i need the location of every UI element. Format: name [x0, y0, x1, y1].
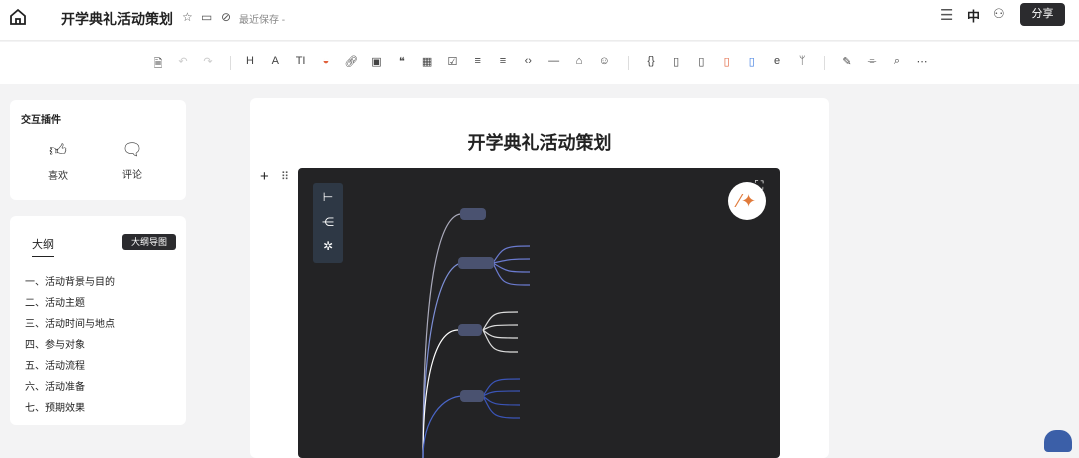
comment-label: 评论 [122, 170, 142, 181]
fullscreen-icon[interactable]: ⛶ [755, 178, 763, 193]
drag-handle-icon[interactable]: ⠿ [281, 170, 289, 183]
mindmap-block[interactable]: ⊢ ⋲ ✲ ⁄✦ ⛶ [298, 168, 780, 458]
unordered-list-icon[interactable]: ≡ [495, 55, 511, 67]
text-style-icon[interactable]: A [267, 55, 283, 67]
save-status: 最近保存 - [239, 15, 286, 26]
divider-icon[interactable]: — [546, 55, 562, 67]
header: 开学典礼活动策划 ☆ ▭ ⊘ 最近保存 - ☰ 中 ⚇ 分享 [0, 0, 1079, 41]
outline-map-button[interactable]: 大纲导图 [122, 234, 176, 250]
ordered-list-icon[interactable]: ≡ [470, 55, 486, 67]
formula-icon[interactable]: e [769, 55, 785, 67]
outline-item[interactable]: 三、活动时间与地点 [25, 315, 115, 330]
attachment-icon[interactable]: ⌂ [571, 55, 587, 67]
pdf-icon[interactable]: ▯ [719, 55, 735, 68]
toolbar-divider [824, 56, 825, 70]
code-block-icon[interactable]: {} [643, 55, 659, 67]
clear-format-icon[interactable]: ⌯ [864, 55, 880, 68]
format-painter-icon[interactable]: ✎ [839, 55, 855, 68]
interaction-plugins-card: 交互插件 👍︎ 喜欢 🗨︎ 评论 [10, 100, 186, 200]
toolbar-divider [230, 56, 231, 70]
add-block-icon[interactable]: + [260, 168, 269, 185]
comment-icon: 🗨︎ [121, 140, 143, 159]
code-icon[interactable]: ‹› [520, 55, 536, 67]
font-size-icon[interactable]: TI [293, 55, 309, 67]
share-button[interactable]: 分享 [1020, 3, 1065, 26]
star-icon[interactable]: ☆ [182, 10, 193, 24]
language-icon[interactable]: 中 [967, 6, 980, 25]
image-icon[interactable]: ▣ [369, 55, 385, 68]
outline-item[interactable]: 五、活动流程 [25, 357, 85, 372]
emoji-icon[interactable]: ☺ [596, 55, 612, 67]
magic-wand-icon: ⁄✦ [737, 191, 757, 211]
plugins-title: 交互插件 [21, 115, 61, 126]
outline-item[interactable]: 二、活动主题 [25, 294, 85, 309]
outline-item[interactable]: 一、活动背景与目的 [25, 273, 115, 288]
menu-icon[interactable]: ☰ [940, 6, 953, 24]
undo-icon[interactable]: ↶ [175, 55, 191, 68]
active-tab-indicator [32, 256, 54, 257]
check-circle-icon: ⊘ [221, 10, 232, 24]
toolbar-divider [628, 56, 629, 70]
home-icon[interactable] [9, 8, 27, 26]
more-icon[interactable]: ⋯ [914, 55, 930, 68]
structure-icon[interactable]: ✲ [321, 239, 335, 253]
file-icon[interactable]: ▯ [693, 55, 709, 68]
add-user-icon[interactable]: ⚇ [993, 6, 1005, 22]
layout-icon[interactable]: ⋲ [321, 215, 335, 229]
insert-child-icon[interactable]: ⊢ [321, 190, 335, 204]
like-button[interactable]: 👍︎ 喜欢 [38, 140, 78, 182]
highlight-icon[interactable]: ◒ [318, 55, 334, 67]
quote-icon[interactable]: ❝ [394, 55, 410, 68]
search-icon[interactable]: ⌕ [889, 55, 905, 68]
editor-toolbar: 🗎 ↶ ↷ H A TI ◒ 🔗︎ ▣ ❝ ▦ ☑ ≡ ≡ ‹› — ⌂ ☺ {} ▯ ▯ ▯ ▯ e ᛘ ✎ ⌯ ⌕ ⋯ [0, 42, 1079, 84]
word-icon[interactable]: ▯ [744, 55, 760, 68]
thumbs-up-icon: 👍︎ [49, 141, 67, 160]
document-title[interactable]: 开学典礼活动策划 [250, 129, 829, 155]
mindmap-canvas [422, 208, 531, 458]
save-icon[interactable]: 🗎 [150, 55, 166, 74]
folder-icon[interactable]: ▭ [201, 10, 212, 24]
outline-item[interactable]: 四、参与对象 [25, 336, 85, 351]
outline-item[interactable]: 七、预期效果 [25, 399, 85, 414]
outline-card: 大纲 大纲导图 一、活动背景与目的 二、活动主题 三、活动时间与地点 四、参与对… [10, 216, 186, 425]
comment-button[interactable]: 🗨︎ 评论 [112, 140, 152, 181]
like-label: 喜欢 [48, 171, 68, 182]
branch-icon[interactable]: ᛘ [794, 55, 810, 67]
mindmap-toolbar: ⊢ ⋲ ✲ [313, 183, 343, 263]
checklist-icon[interactable]: ☑ [444, 55, 460, 68]
link-icon[interactable]: 🔗︎ [343, 55, 359, 68]
doc-title[interactable]: 开学典礼活动策划 [61, 9, 173, 29]
table-icon[interactable]: ▦ [419, 55, 435, 68]
document-icon[interactable]: ▯ [668, 55, 684, 68]
tab-outline[interactable]: 大纲 [32, 236, 54, 252]
outline-item[interactable]: 六、活动准备 [25, 378, 85, 393]
heading-icon[interactable]: H [242, 55, 258, 67]
redo-icon[interactable]: ↷ [200, 55, 216, 68]
